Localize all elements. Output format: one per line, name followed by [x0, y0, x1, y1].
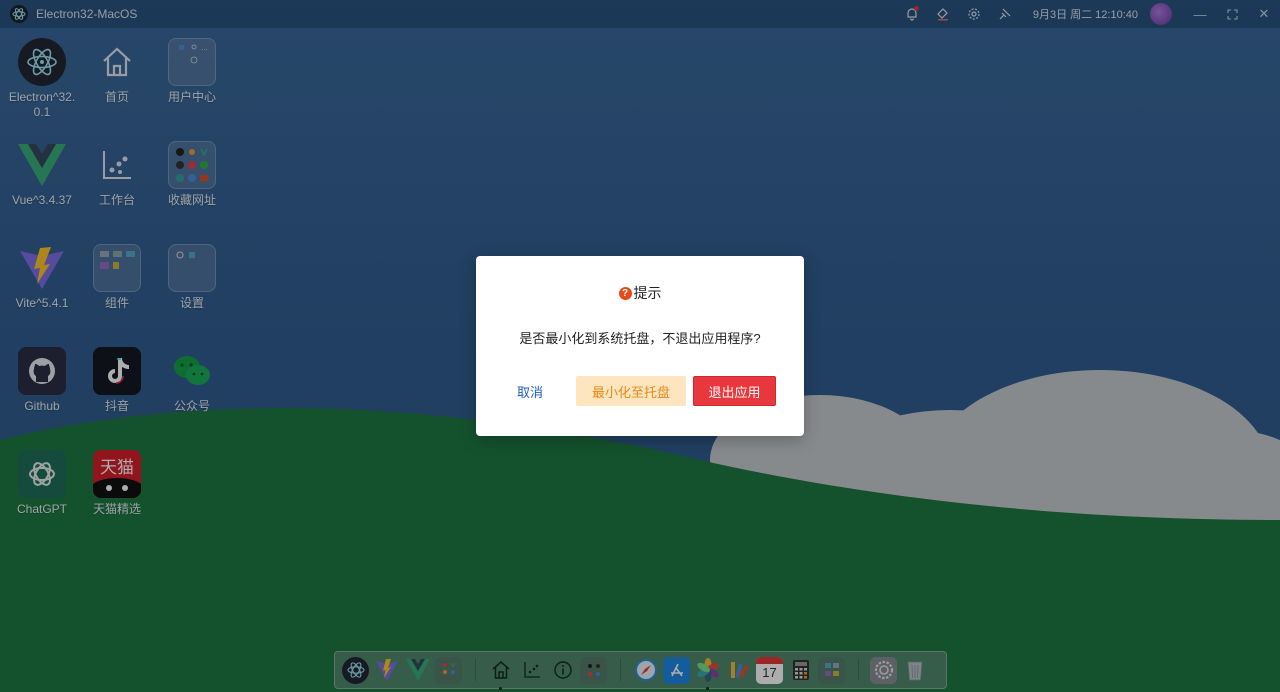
dialog-title: ? 提示: [476, 283, 804, 303]
dialog-message: 是否最小化到系统托盘，不退出应用程序?: [519, 331, 761, 346]
confirm-dialog: ? 提示 是否最小化到系统托盘，不退出应用程序? 取消 最小化至托盘 退出应用: [476, 256, 804, 436]
dialog-title-text: 提示: [633, 285, 662, 301]
cancel-button[interactable]: 取消: [504, 376, 556, 406]
dialog-buttons: 取消 最小化至托盘 退出应用: [476, 376, 804, 406]
minimize-to-tray-button[interactable]: 最小化至托盘: [576, 376, 686, 406]
quit-app-button[interactable]: 退出应用: [693, 376, 776, 406]
question-icon: ?: [618, 286, 632, 300]
